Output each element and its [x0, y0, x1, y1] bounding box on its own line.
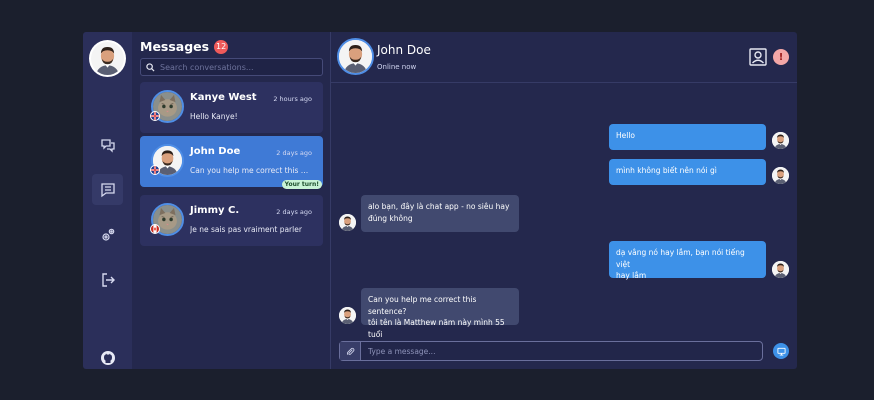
conversation-preview: Can you help me correct this sentence? — [190, 166, 312, 175]
sidebar-rail — [83, 32, 132, 369]
message-outgoing: Hello — [609, 124, 766, 150]
conversation-name: Kanye West — [190, 92, 257, 103]
uk-flag-icon — [150, 111, 160, 121]
message-input[interactable] — [361, 346, 762, 356]
canada-flag-icon — [150, 224, 160, 234]
message-outgoing: mình không biết nên nói gì — [609, 159, 766, 185]
user-avatar[interactable] — [89, 40, 126, 77]
avatar — [339, 307, 356, 324]
send-icon[interactable] — [773, 343, 789, 359]
conversation-preview: Je ne sais pas vraiment parler — [190, 225, 302, 234]
github-icon[interactable] — [92, 342, 123, 369]
conversation-search — [140, 58, 323, 76]
alert-icon[interactable]: ! — [773, 49, 789, 65]
conversation-preview: Hello Kanye! — [190, 112, 238, 121]
search-input[interactable] — [160, 62, 310, 72]
chats-icon[interactable] — [92, 129, 123, 160]
conversation-list-header: Messages 12 — [140, 39, 229, 54]
message-icon[interactable] — [92, 174, 123, 205]
unread-count-badge: 12 — [214, 39, 229, 54]
conversation-list-panel: Messages 12 Kanye West 2 hours ago Hello… — [132, 32, 331, 369]
logout-icon[interactable] — [92, 264, 123, 295]
conversation-item-john-doe[interactable]: John Doe 2 days ago Can you help me corr… — [140, 136, 323, 189]
conversation-name: John Doe — [190, 146, 241, 157]
conversation-item-jimmy-c[interactable]: Jimmy C. 2 days ago Je ne sais pas vraim… — [140, 195, 323, 246]
avatar — [772, 132, 789, 149]
conversation-list-title: Messages — [140, 39, 210, 54]
chat-app: Messages 12 Kanye West 2 hours ago Hello… — [83, 32, 797, 369]
contact-status: Online now — [377, 63, 417, 71]
your-turn-badge: Your turn! — [281, 180, 322, 189]
message-incoming: alo bạn, đây là chat app - no siêu hay đú… — [361, 195, 519, 232]
message-incoming: Can you help me correct this sentence? tô… — [361, 288, 519, 339]
search-icon — [146, 62, 155, 72]
conversation-item-kanye-west[interactable]: Kanye West 2 hours ago Hello Kanye! — [140, 82, 323, 133]
paperclip-icon[interactable] — [340, 342, 361, 360]
avatar — [339, 214, 356, 231]
settings-icon[interactable] — [92, 219, 123, 250]
message-composer — [339, 341, 763, 361]
conversation-time: 2 days ago — [276, 208, 312, 216]
contact-name: John Doe — [377, 43, 431, 57]
chat-panel: John Doe Online now ! Hello mình không b… — [331, 32, 797, 369]
conversation-time: 2 days ago — [276, 149, 312, 157]
avatar — [772, 261, 789, 278]
conversation-name: Jimmy C. — [190, 205, 240, 216]
profile-icon[interactable] — [749, 48, 767, 66]
conversation-time: 2 hours ago — [273, 95, 312, 103]
uk-flag-icon — [150, 165, 160, 175]
message-outgoing: dạ vâng nó hay lắm, bạn nói tiếng việt ha… — [609, 241, 766, 280]
chat-header: John Doe Online now ! — [331, 32, 797, 83]
avatar — [772, 167, 789, 184]
contact-avatar[interactable] — [337, 38, 374, 75]
